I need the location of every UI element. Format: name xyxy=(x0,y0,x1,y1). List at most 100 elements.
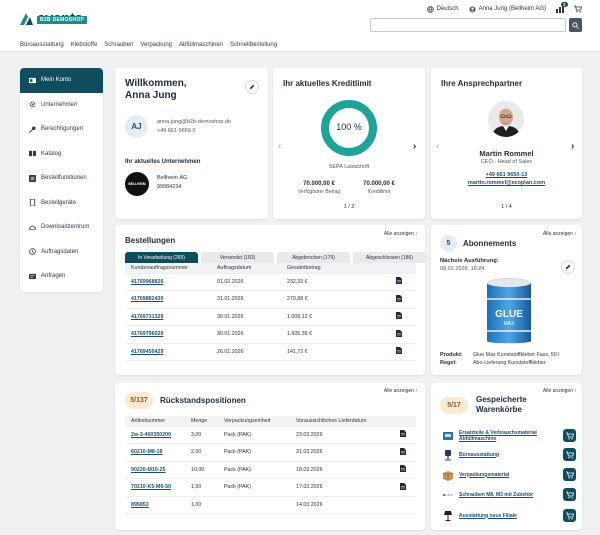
sidebar-item-bestellgerate[interactable]: Bestellgeräte xyxy=(20,191,103,216)
cart-button[interactable] xyxy=(574,5,582,13)
saved-carts-title-line2: Warenkörbe xyxy=(476,405,522,414)
language-switch[interactable]: Deutsch xyxy=(426,5,459,13)
sidebar-item-katalog[interactable]: Katalog xyxy=(20,142,103,167)
credit-title: Ihr aktuelles Kreditlimit xyxy=(283,79,372,88)
add-to-cart-button[interactable] xyxy=(563,468,576,481)
search-input[interactable] xyxy=(370,18,566,32)
add-to-cart-button[interactable] xyxy=(563,509,576,522)
document-icon[interactable] xyxy=(396,277,402,285)
credit-prev-arrow[interactable]: ‹ xyxy=(278,141,281,152)
chair-icon xyxy=(441,448,455,462)
sidebar-item-mein-konto[interactable]: Mein Konto xyxy=(20,68,103,93)
product-value: Glue Max Kunststoffkleber Fass, 50 l xyxy=(473,352,560,358)
search-button[interactable] xyxy=(569,18,582,32)
saved-cart-item[interactable]: Büroausstattung xyxy=(441,444,576,465)
edit-profile-button[interactable] xyxy=(245,80,259,94)
document-icon[interactable] xyxy=(400,465,406,473)
sidebar-item-auftragsdaten[interactable]: Auftragsdaten xyxy=(20,240,103,265)
article-number-link[interactable]: 60210-M8-18 xyxy=(131,449,163,455)
column-header: Kundenauftragsnummer xyxy=(125,263,213,274)
saved-cart-item[interactable]: Schrauben M8, M3 mit Zubehör xyxy=(441,484,576,505)
backorders-all-link[interactable]: Alle anzeigen › xyxy=(384,388,417,394)
add-to-cart-button[interactable] xyxy=(563,488,576,501)
credit-next-arrow[interactable]: › xyxy=(413,141,416,152)
saved-carts-all-link[interactable]: Alle anzeigen › xyxy=(543,388,576,394)
order-number-link[interactable]: 41769796029 xyxy=(131,331,163,337)
document-icon[interactable] xyxy=(400,447,406,455)
packaging-unit: Pack (PAK) xyxy=(220,461,292,479)
credit-pager: 1 / 2 xyxy=(343,204,355,210)
orders-card: Bestellungen Alle anzeigen › In Verarbei… xyxy=(115,225,426,375)
sidebar-item-bestellfunktionen[interactable]: Bestellfunktionen xyxy=(20,166,103,191)
sidebar-item-anfragen[interactable]: Anfragen xyxy=(20,264,103,289)
article-number-link[interactable]: 70210-K5-M6-50 xyxy=(131,484,171,490)
order-number-link[interactable]: 41769882430 xyxy=(131,296,163,302)
contact-card: Ihre Ansprechpartner ‹ › Martin Rommel C… xyxy=(431,68,582,219)
saved-cart-item[interactable]: Ausstattung neue Filiale xyxy=(441,505,576,526)
order-number-link[interactable]: 41769731329 xyxy=(131,314,163,320)
saved-cart-label[interactable]: Verpackungsmaterial xyxy=(459,472,559,478)
article-number-link[interactable]: 90220-M10-25 xyxy=(131,467,165,473)
quantity: 1,00 xyxy=(187,478,220,497)
credit-percent: 100 % xyxy=(336,122,362,132)
notifications-button[interactable]: 2 xyxy=(556,2,568,13)
saved-cart-label[interactable]: Büroausstattung xyxy=(459,452,559,458)
account-sidebar: Mein Konto Unternehmen Berechtigungen Ka… xyxy=(20,68,103,292)
sidebar-item-unternehmen[interactable]: Unternehmen xyxy=(20,93,103,118)
column-header: Gesamtbetrag xyxy=(283,263,392,274)
tab-abgebrochen[interactable]: Abgebrochen (179) xyxy=(277,252,350,263)
document-icon[interactable] xyxy=(400,430,406,438)
column-header: Menge xyxy=(187,416,220,427)
add-to-cart-button[interactable] xyxy=(563,429,576,442)
contact-phone-link[interactable]: +49 661 9650-13 xyxy=(431,172,582,178)
document-icon[interactable] xyxy=(396,312,402,320)
nav-item-schrauben[interactable]: Schrauben xyxy=(104,42,133,48)
book-icon xyxy=(29,151,36,157)
add-to-cart-button[interactable] xyxy=(563,448,576,461)
product-image: GLUE MAX xyxy=(487,278,531,344)
saved-cart-item[interactable]: Verpackungsmaterial xyxy=(441,464,576,485)
saved-cart-label[interactable]: Schrauben M8, M3 mit Zubehör xyxy=(459,492,559,498)
next-execution-label: Nächste Ausführung: xyxy=(440,258,499,264)
sidebar-item-label: Katalog xyxy=(41,150,62,157)
document-icon[interactable] xyxy=(400,482,406,490)
tab-abgeschlossen[interactable]: Abgeschlossen (186) xyxy=(353,252,426,263)
inbox-icon xyxy=(29,273,36,279)
article-number-link[interactable]: 895853 xyxy=(131,502,149,508)
orders-table: Kundenauftragsnummer Auftragsdatum Gesamtb… xyxy=(125,263,416,361)
saved-cart-label[interactable]: Ersatzteile & Verbrauchsmaterial Abfüllm… xyxy=(459,430,559,442)
table-row: 41769731329 30.01.2026 1.009,12 € xyxy=(125,308,416,326)
nav-item-klebstoffe[interactable]: Klebstoffe xyxy=(71,42,98,48)
user-menu[interactable]: Anna Jung (Bellheim AG) xyxy=(469,5,546,13)
document-icon[interactable] xyxy=(396,329,402,337)
nav-item-schnellbestellung[interactable]: Schnellbestellung xyxy=(230,42,277,48)
tab-versendet[interactable]: Versendet (183) xyxy=(201,252,274,263)
edit-subscription-button[interactable] xyxy=(561,260,575,274)
subscriptions-card: Alle anzeigen › 5 Abonnements Nächste Au… xyxy=(431,225,582,375)
order-number-link[interactable]: 41769968826 xyxy=(131,279,163,285)
nav-item-buroausstattung[interactable]: Büroausstattung xyxy=(20,42,64,48)
document-icon[interactable] xyxy=(396,347,402,355)
nav-item-abfullmaschinen[interactable]: Abfüllmaschinen xyxy=(179,42,223,48)
order-total: 1.605,39 € xyxy=(283,325,392,344)
sidebar-item-berechtigungen[interactable]: Berechtigungen xyxy=(20,117,103,142)
nav-item-verpackung[interactable]: Verpackung xyxy=(140,42,172,48)
order-number-link[interactable]: 41769450429 xyxy=(131,349,163,355)
orders-all-link[interactable]: Alle anzeigen › xyxy=(384,231,417,237)
orders-title: Bestellungen xyxy=(125,236,176,245)
saved-cart-label[interactable]: Ausstattung neue Filiale xyxy=(459,513,559,519)
user-icon xyxy=(469,5,476,13)
bucket-label-max: MAX xyxy=(504,321,516,327)
contact-email-link[interactable]: martin.rommel@ecoplan.com xyxy=(431,180,582,186)
sidebar-item-downloadzentrum[interactable]: Downloadzentrum xyxy=(20,215,103,240)
order-date: 01.02.2026 xyxy=(213,273,283,291)
saved-cart-item[interactable]: Ersatzteile & Verbrauchsmaterial Abfüllm… xyxy=(441,425,576,446)
document-icon[interactable] xyxy=(396,294,402,302)
credit-limit: 70.000,00 € xyxy=(363,181,395,187)
tab-in-verarbeitung[interactable]: In Verarbeitung (265) xyxy=(125,252,198,263)
article-number-link[interactable]: 2w-3-400350200 xyxy=(131,432,171,438)
table-row: 2w-3-400350200 3,00 Pack (PAK) 23.03.2026 xyxy=(125,426,416,444)
subscriptions-all-link[interactable]: Alle anzeigen › xyxy=(543,231,576,237)
order-date: 31.01.2026 xyxy=(213,290,283,309)
welcome-card: Willkommen, Anna Jung AJ anna.jung@b2b-d… xyxy=(115,68,268,219)
